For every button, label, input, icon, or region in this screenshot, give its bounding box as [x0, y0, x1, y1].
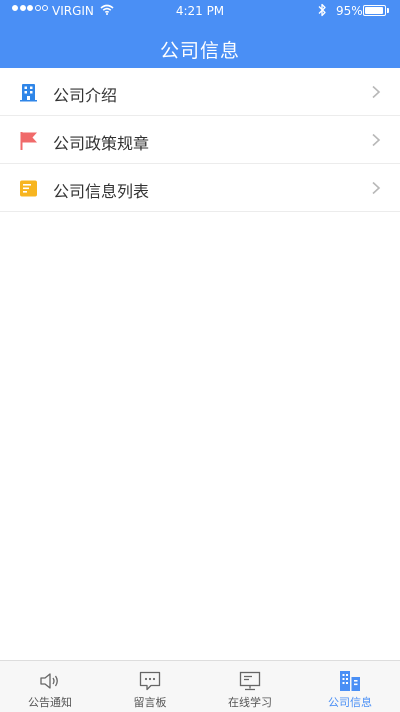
tab-label: 公司信息 — [328, 696, 372, 709]
building-icon — [20, 84, 37, 102]
app-header: VIRGIN 4:21 PM 95% 公司信息 — [0, 0, 400, 68]
list-note-icon — [20, 180, 37, 197]
chevron-right-icon — [372, 85, 381, 99]
tab-online-learning[interactable]: 在线学习 — [200, 661, 300, 712]
list-item-label: 公司介绍 — [53, 86, 118, 105]
buildings-icon — [340, 671, 360, 691]
flag-icon — [20, 132, 37, 150]
tab-label: 在线学习 — [228, 696, 272, 709]
menu-list: 公司介绍 公司政策规章 公司信息列表 — [0, 68, 400, 212]
status-bar: VIRGIN 4:21 PM 95% — [0, 0, 400, 22]
tab-announcements[interactable]: 公告通知 — [0, 661, 100, 712]
tab-company-info[interactable]: 公司信息 — [300, 661, 400, 712]
battery-fill — [365, 7, 384, 14]
battery-icon — [363, 5, 386, 16]
bluetooth-icon — [318, 3, 326, 17]
chevron-right-icon — [372, 181, 381, 195]
speaker-icon — [40, 673, 58, 689]
chat-bubble-icon — [139, 671, 161, 691]
tab-label: 留言板 — [133, 696, 167, 709]
chevron-right-icon — [372, 133, 381, 147]
list-item-company-policy[interactable]: 公司政策规章 — [0, 116, 400, 164]
list-item-label: 公司政策规章 — [53, 134, 150, 153]
page-title: 公司信息 — [159, 40, 240, 62]
battery-tip — [387, 8, 389, 13]
bottom-tab-bar: 公告通知 留言板 在线学习 公司信息 — [0, 660, 400, 712]
list-item-label: 公司信息列表 — [53, 182, 150, 201]
tab-label: 公告通知 — [28, 696, 72, 709]
battery-percentage: 95% — [336, 4, 363, 18]
list-item-company-info-list[interactable]: 公司信息列表 — [0, 164, 400, 212]
list-item-company-intro[interactable]: 公司介绍 — [0, 68, 400, 116]
tab-message-board[interactable]: 留言板 — [100, 661, 200, 712]
monitor-icon — [239, 671, 261, 691]
